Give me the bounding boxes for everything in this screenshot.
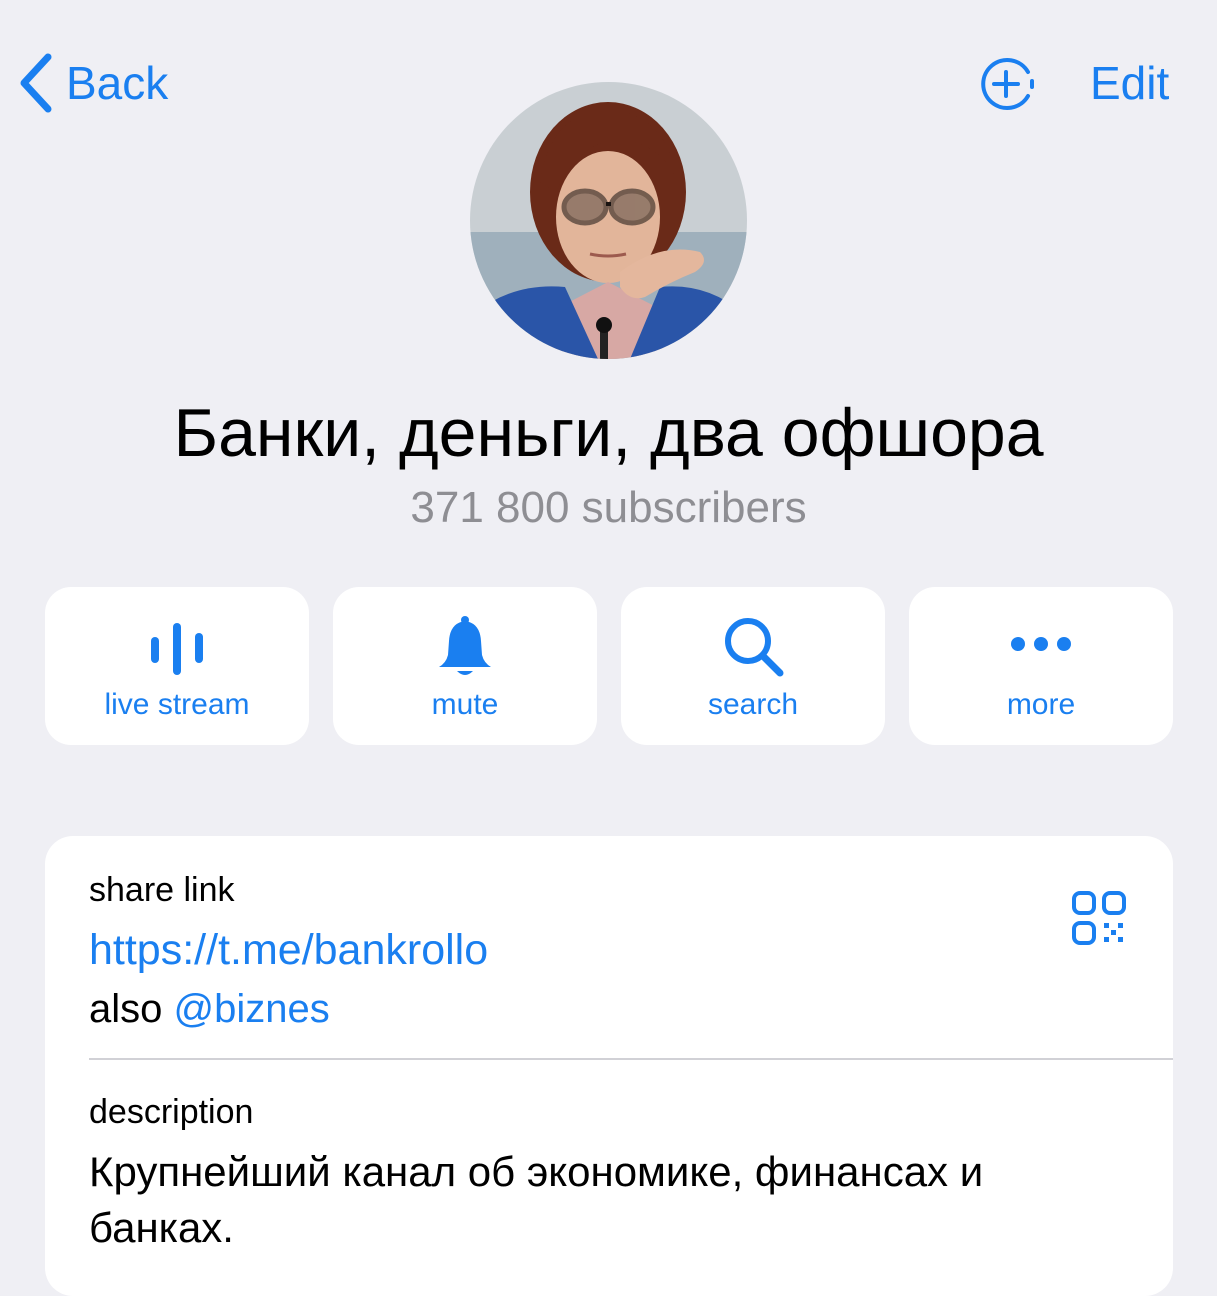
qr-code-icon (1071, 890, 1129, 948)
also-row: also @biznes (89, 984, 330, 1034)
circle-plus-icon (978, 58, 1038, 118)
chevron-left-icon (18, 53, 54, 113)
more-label: more (1006, 688, 1076, 721)
channel-description: Крупнейший канал об экономике, финансах … (89, 1148, 984, 1251)
action-bar: live stream mute search more (45, 587, 1173, 745)
channel-info-card: share link https://t.me/bankrollo also @… (45, 836, 1173, 1296)
back-label: Back (66, 57, 169, 109)
description-label: description (89, 1093, 254, 1131)
share-link-label: share link (89, 871, 235, 909)
mute-label: mute (431, 688, 499, 721)
bell-icon (430, 613, 500, 683)
qr-code-button[interactable] (1071, 890, 1129, 948)
search-button[interactable]: search (621, 587, 885, 745)
more-button[interactable]: more (909, 587, 1173, 745)
live-stream-button[interactable]: live stream (45, 587, 309, 745)
channel-title: Банки, деньги, два офшора (173, 395, 1044, 471)
subscriber-count: 371 800 subscribers (410, 483, 807, 532)
also-prefix: also (89, 987, 174, 1031)
edit-button[interactable]: Edit (1090, 48, 1169, 118)
section-divider (89, 1058, 1173, 1060)
back-button[interactable]: Back (18, 48, 168, 118)
alt-username-link[interactable]: @biznes (174, 987, 330, 1031)
share-link[interactable]: https://t.me/bankrollo (89, 922, 488, 978)
ellipsis-icon (1006, 613, 1076, 683)
add-button[interactable] (978, 54, 1038, 114)
mute-button[interactable]: mute (333, 587, 597, 745)
search-label: search (707, 688, 799, 721)
magnifier-icon (718, 613, 788, 683)
voice-wave-icon (142, 613, 212, 683)
live-stream-label: live stream (104, 688, 250, 721)
channel-avatar[interactable] (470, 82, 747, 359)
